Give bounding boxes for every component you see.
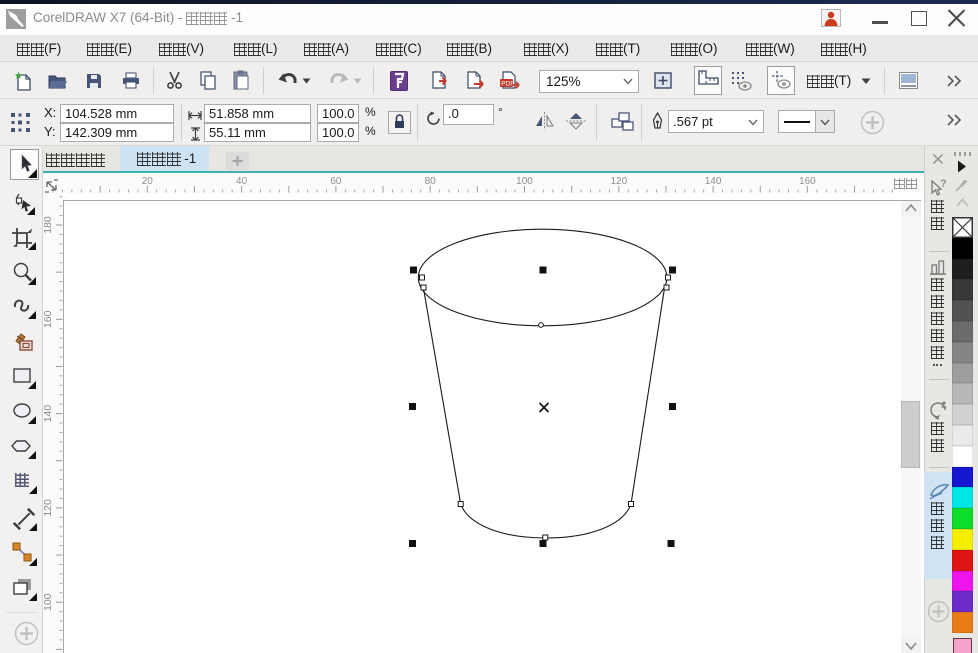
svg-text:120: 120 xyxy=(43,499,54,517)
svg-text:160: 160 xyxy=(43,310,54,328)
svg-text:20: 20 xyxy=(142,176,154,187)
svg-text:80: 80 xyxy=(425,176,437,187)
svg-text:40: 40 xyxy=(236,176,248,187)
svg-text:60: 60 xyxy=(330,176,342,187)
svg-text:100: 100 xyxy=(516,176,533,187)
svg-text:140: 140 xyxy=(705,176,722,187)
svg-text:PDF: PDF xyxy=(501,81,514,88)
svg-text:100: 100 xyxy=(43,593,54,611)
svg-text:120: 120 xyxy=(610,176,627,187)
svg-text:140: 140 xyxy=(43,405,54,423)
svg-text:180: 180 xyxy=(43,216,54,234)
svg-text:160: 160 xyxy=(799,176,816,187)
svg-text:?: ? xyxy=(940,178,947,190)
